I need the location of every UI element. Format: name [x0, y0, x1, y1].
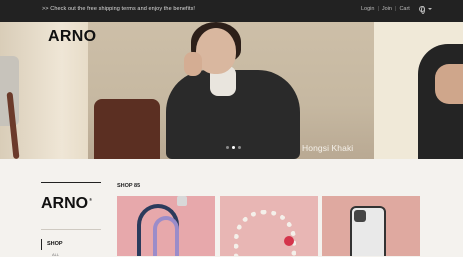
product-card[interactable]: [117, 196, 215, 256]
join-link[interactable]: Join: [382, 6, 392, 12]
pearl-chain-image: [234, 210, 296, 256]
shop-title: SHOP 85: [117, 183, 141, 189]
model-hand-image: [184, 52, 202, 76]
nav-separator: |: [377, 6, 379, 12]
sidebar-divider: [41, 182, 101, 183]
registered-mark: ®: [89, 197, 93, 202]
slider-dot-active[interactable]: [232, 146, 235, 149]
globe-icon[interactable]: [418, 6, 426, 15]
top-announcement-bar: >> Check out the free shipping terms and…: [0, 0, 463, 22]
slider-dot[interactable]: [226, 146, 229, 149]
announcement-text[interactable]: >> Check out the free shipping terms and…: [42, 6, 195, 12]
hero-caption[interactable]: Hongsi Khaki: [302, 143, 353, 153]
clip-image: [177, 196, 187, 206]
sidebar-logo-text: ARNO: [41, 195, 89, 212]
sidebar-logo[interactable]: ARNO ®: [41, 195, 92, 213]
sidebar-item-shop[interactable]: SHOP: [41, 239, 63, 250]
cart-link[interactable]: Cart: [399, 6, 409, 12]
sidebar-divider: [41, 229, 101, 230]
sidebar-item-all[interactable]: ALL: [52, 252, 59, 257]
slider-dot[interactable]: [238, 146, 241, 149]
shop-section: ARNO ® SHOP ALL SHOP 85: [0, 159, 463, 257]
model-face-image: [196, 28, 236, 74]
site-logo[interactable]: ARNO: [48, 28, 96, 46]
nav-separator: |: [395, 6, 397, 12]
chevron-down-icon[interactable]: [427, 8, 432, 10]
camera-image: [354, 210, 366, 222]
top-nav: Login | Join | Cart: [361, 6, 432, 15]
slider-pagination: [226, 146, 241, 149]
product-card[interactable]: [220, 196, 318, 256]
chair-image: [94, 99, 160, 159]
product-card[interactable]: [322, 196, 420, 256]
bead-image: [284, 236, 294, 246]
hero-banner[interactable]: ARNO Hongsi Khaki: [0, 22, 463, 159]
model-face-image: [435, 64, 463, 104]
login-link[interactable]: Login: [361, 6, 374, 12]
strap-image: [153, 216, 179, 256]
